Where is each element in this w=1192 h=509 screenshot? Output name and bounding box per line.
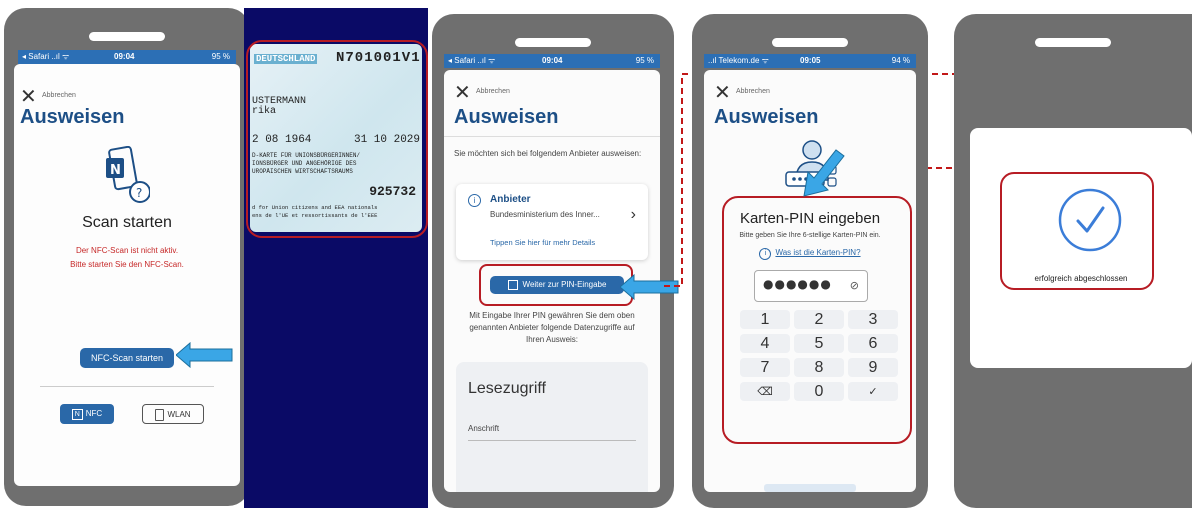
phone-notch: [772, 38, 848, 47]
highlight-success: [1000, 172, 1154, 290]
page-title: Ausweisen: [714, 106, 819, 128]
status-bar: ..ıl Telekom.de ᯤ 09:05 94 %: [704, 54, 916, 68]
cancel-label[interactable]: Abbrechen: [736, 88, 770, 95]
status-battery: 94 %: [891, 56, 910, 65]
highlight-pin-entry: [722, 196, 912, 444]
bottom-button-stub: [764, 484, 856, 492]
status-time: 09:05: [800, 56, 821, 65]
status-carrier: ..ıl Telekom.de ᯤ: [708, 56, 769, 65]
close-icon[interactable]: ✕: [714, 82, 731, 102]
arrow-down-left-icon: [800, 146, 846, 203]
phone-notch: [1035, 38, 1111, 47]
